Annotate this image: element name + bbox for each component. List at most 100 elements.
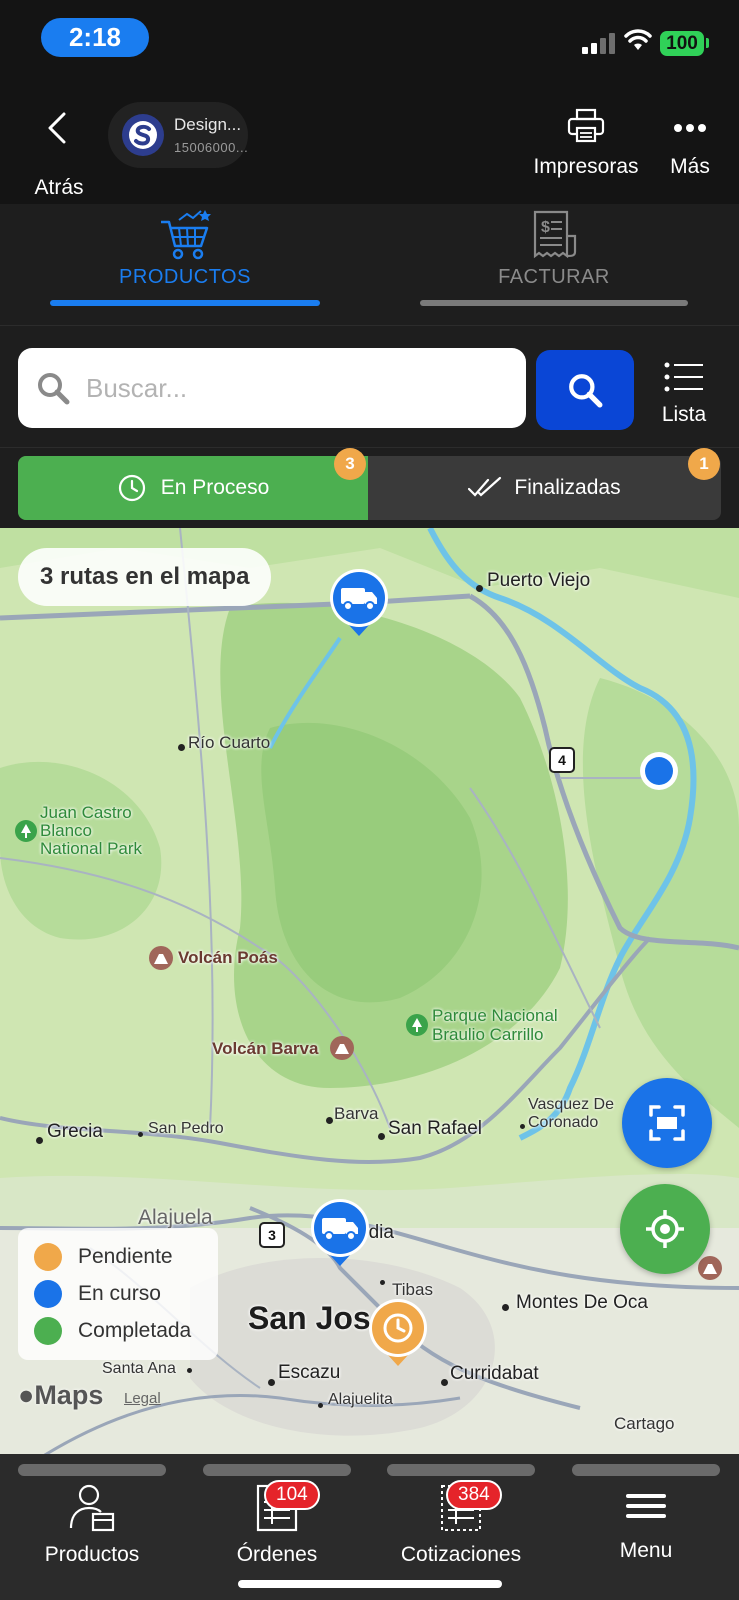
volcano-icon bbox=[698, 1256, 722, 1280]
pending-route-pin[interactable] bbox=[367, 1298, 429, 1370]
apple-logo-icon: ● bbox=[18, 1380, 35, 1410]
search-input[interactable] bbox=[86, 372, 486, 404]
town-dot bbox=[326, 1117, 333, 1124]
town-dot bbox=[318, 1403, 323, 1408]
map-label-cartago: Cartago bbox=[614, 1414, 675, 1433]
maps-attribution: ●Maps bbox=[18, 1380, 103, 1411]
printers-label: Impresoras bbox=[533, 155, 639, 178]
map-label-alajuela: Alajuela bbox=[138, 1206, 213, 1229]
crosshair-icon bbox=[646, 1210, 684, 1248]
fit-routes-button[interactable] bbox=[622, 1078, 712, 1168]
back-button[interactable]: Atrás bbox=[28, 108, 90, 199]
park-icon bbox=[406, 1014, 428, 1036]
orders-count-badge: 104 bbox=[264, 1480, 320, 1510]
town-dot bbox=[36, 1137, 43, 1144]
map-label-parque-nacional: Parque Nacional bbox=[432, 1006, 558, 1025]
town-dot bbox=[178, 744, 185, 751]
list-view-button[interactable]: Lista bbox=[656, 360, 712, 427]
map-label-blanco: Blanco bbox=[40, 821, 92, 840]
map-legal-link[interactable]: Legal bbox=[124, 1390, 161, 1407]
wifi-icon bbox=[624, 29, 652, 50]
bottom-navigation: Productos Órdenes 104 Cotizaciones 384 M… bbox=[0, 1454, 739, 1600]
segment-finalizadas[interactable]: Finalizadas bbox=[368, 456, 721, 520]
double-check-icon bbox=[468, 476, 502, 497]
park-icon bbox=[15, 820, 37, 842]
en-proceso-count-badge: 3 bbox=[334, 448, 366, 480]
legend-label: Completada bbox=[78, 1318, 192, 1342]
tab-facturar-indicator bbox=[420, 300, 688, 306]
map-label-volcan-poas: Volcán Poás bbox=[178, 948, 278, 967]
status-filter-row: En Proceso Finalizadas 3 1 bbox=[0, 448, 739, 528]
app-header: Atrás Design... 15006000... Impresoras M… bbox=[0, 80, 739, 204]
legend-item-completada: Completada bbox=[34, 1312, 202, 1349]
list-icon bbox=[664, 362, 703, 392]
nav-menu-label: Menu bbox=[619, 1539, 673, 1562]
town-dot bbox=[502, 1304, 509, 1311]
search-box bbox=[18, 348, 526, 428]
nav-cotizaciones-label: Cotizaciones bbox=[400, 1543, 522, 1566]
truck-route-pin[interactable] bbox=[309, 1198, 371, 1270]
truck-route-pin[interactable] bbox=[328, 568, 390, 640]
hamburger-menu-icon bbox=[626, 1494, 666, 1518]
more-dots-icon bbox=[674, 124, 706, 132]
more-label: Más bbox=[670, 155, 710, 178]
map-label-grecia: Grecia bbox=[47, 1121, 103, 1142]
legend-swatch bbox=[34, 1279, 62, 1308]
store-name: Design... bbox=[174, 115, 242, 134]
store-id: 15006000... bbox=[174, 140, 248, 155]
town-dot bbox=[476, 585, 483, 592]
chevron-left-icon bbox=[48, 112, 66, 144]
tab-productos[interactable]: PRODUCTOS bbox=[50, 204, 320, 326]
legend-item-en-curso: En curso bbox=[34, 1275, 202, 1312]
battery-tip bbox=[706, 38, 709, 48]
map-label-san-rafael: San Rafael bbox=[388, 1118, 483, 1139]
finalizadas-count-badge: 1 bbox=[688, 448, 720, 480]
legend-label: Pendiente bbox=[78, 1244, 173, 1268]
store-selector[interactable]: Design... 15006000... bbox=[108, 102, 248, 168]
segment-en-proceso-label: En Proceso bbox=[160, 476, 270, 499]
volcano-icon bbox=[149, 946, 173, 970]
town-dot bbox=[380, 1280, 385, 1285]
fit-bounds-icon bbox=[649, 1105, 685, 1141]
legend-item-pendiente: Pendiente bbox=[34, 1238, 202, 1275]
map-label-curridabat: Curridabat bbox=[450, 1363, 539, 1384]
segment-finalizadas-label: Finalizadas bbox=[514, 476, 621, 499]
more-button[interactable]: Más bbox=[660, 108, 720, 179]
map-label-puerto-viejo: Puerto Viejo bbox=[487, 570, 591, 591]
map-legend: Pendiente En curso Completada bbox=[18, 1228, 218, 1360]
legend-label: En curso bbox=[78, 1281, 161, 1305]
map-label-montes-de-oca: Montes De Oca bbox=[516, 1292, 648, 1313]
status-segmented-control: En Proceso Finalizadas 3 1 bbox=[18, 448, 721, 520]
nav-productos-label: Productos bbox=[44, 1543, 140, 1566]
clock-icon bbox=[118, 474, 145, 502]
tab-facturar[interactable]: $ FACTURAR bbox=[420, 204, 688, 326]
map-label-santa-ana: Santa Ana bbox=[102, 1360, 176, 1377]
user-box-icon bbox=[69, 1484, 115, 1532]
map-label-tibas: Tibas bbox=[392, 1280, 433, 1299]
search-button[interactable] bbox=[536, 350, 634, 430]
town-dot bbox=[138, 1132, 143, 1137]
nav-productos[interactable]: Productos bbox=[12, 1482, 172, 1567]
status-time: 2:18 bbox=[41, 18, 149, 57]
segment-en-proceso[interactable]: En Proceso bbox=[18, 456, 368, 520]
battery-indicator: 100 bbox=[660, 31, 704, 56]
map-label-national-park: National Park bbox=[40, 839, 143, 858]
nav-grip bbox=[18, 1464, 166, 1476]
search-icon bbox=[38, 373, 70, 405]
map-label-juan-castro: Juan Castro bbox=[40, 803, 132, 822]
routes-map[interactable]: 3 rutas en el mapa Puerto Viejo Río Cuar… bbox=[0, 528, 739, 1454]
nav-menu[interactable]: Menu bbox=[566, 1482, 726, 1563]
home-indicator bbox=[238, 1580, 502, 1588]
nav-grip bbox=[387, 1464, 535, 1476]
printers-button[interactable]: Impresoras bbox=[524, 108, 648, 179]
map-label-san-jose: San Jos bbox=[248, 1300, 371, 1336]
printer-icon bbox=[567, 108, 605, 143]
map-label-coronado: Coronado bbox=[528, 1114, 599, 1131]
svg-text:$: $ bbox=[541, 219, 550, 236]
locate-me-button[interactable] bbox=[620, 1184, 710, 1274]
town-dot bbox=[520, 1124, 525, 1129]
nav-grip bbox=[572, 1464, 720, 1476]
road-shield-4: 4 bbox=[549, 747, 575, 773]
store-logo bbox=[122, 114, 164, 156]
tab-facturar-label: FACTURAR bbox=[498, 266, 610, 288]
